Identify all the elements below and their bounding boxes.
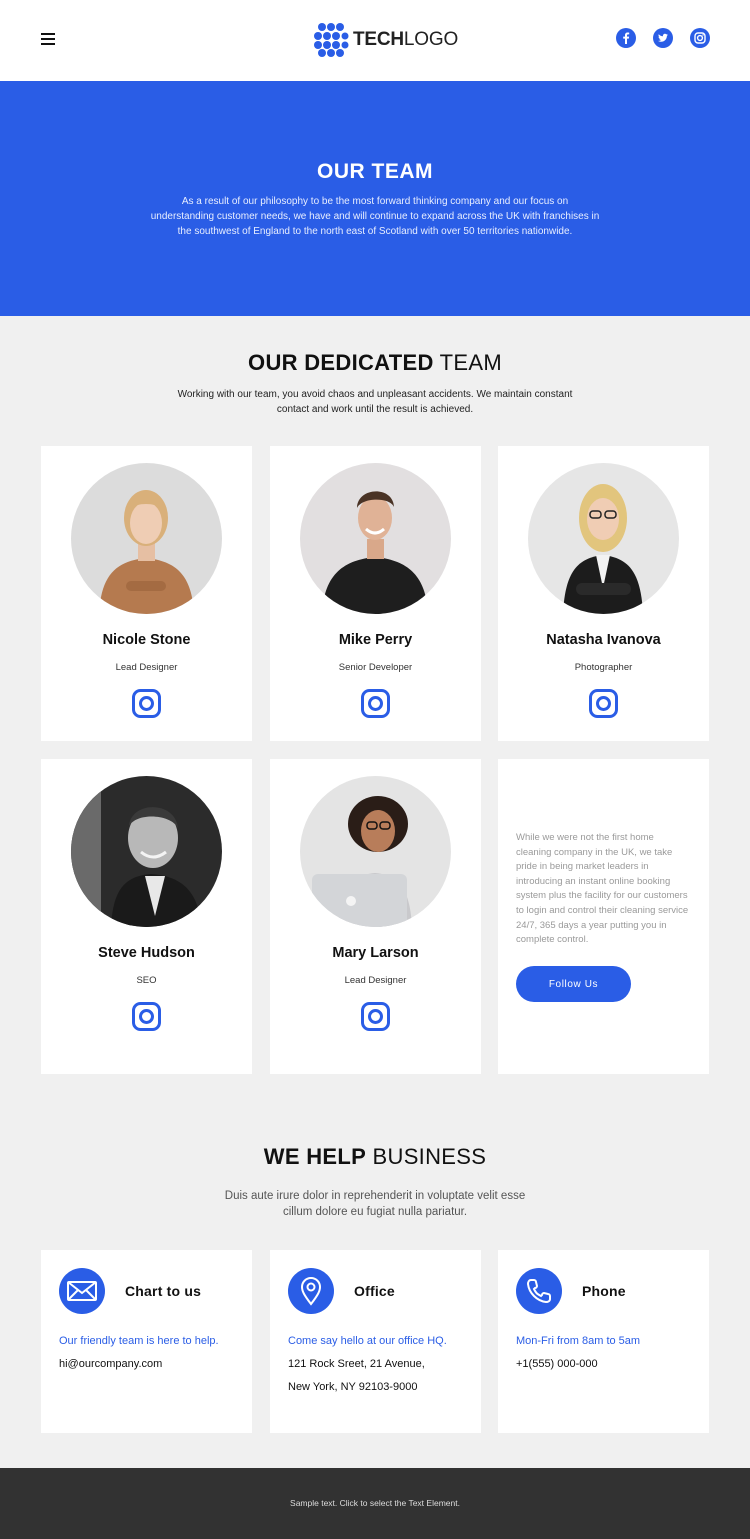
phone-icon bbox=[516, 1268, 562, 1314]
contact-card-title: Office bbox=[354, 1283, 395, 1299]
contact-card-title: Phone bbox=[582, 1283, 626, 1299]
contact-card-phone: Phone Mon-Fri from 8am to 5am +1(555) 00… bbox=[498, 1250, 709, 1433]
team-card: Natasha Ivanova Photographer bbox=[498, 446, 709, 741]
instagram-icon[interactable] bbox=[131, 1001, 162, 1032]
instagram-icon[interactable] bbox=[360, 1001, 391, 1032]
team-section-title: OUR DEDICATED TEAM bbox=[248, 350, 502, 375]
avatar bbox=[528, 463, 679, 614]
team-card: Nicole Stone Lead Designer bbox=[41, 446, 252, 741]
instagram-icon[interactable] bbox=[360, 688, 391, 719]
instagram-icon[interactable] bbox=[588, 688, 619, 719]
logo-text: TECHLOGO bbox=[353, 29, 459, 50]
team-card: Steve Hudson SEO bbox=[41, 759, 252, 1074]
member-name: Natasha Ivanova bbox=[546, 632, 661, 648]
logo-mark-icon bbox=[314, 23, 349, 57]
hero-title: OUR TEAM bbox=[317, 160, 433, 183]
member-role: Lead Designer bbox=[115, 662, 178, 673]
follow-card: While we were not the first home cleanin… bbox=[498, 759, 709, 1074]
team-card: Mike Perry Senior Developer bbox=[270, 446, 481, 741]
team-card: Mary Larson Lead Designer bbox=[270, 759, 481, 1074]
mail-icon bbox=[59, 1268, 105, 1314]
member-name: Nicole Stone bbox=[102, 632, 191, 648]
contact-card-lead: Come say hello at our office HQ. bbox=[288, 1335, 447, 1347]
member-role: SEO bbox=[136, 975, 157, 986]
contact-phone-link[interactable]: +1(555) 000-000 bbox=[516, 1358, 598, 1370]
help-section-title: WE HELP BUSINESS bbox=[263, 1144, 487, 1169]
avatar bbox=[71, 776, 222, 927]
avatar bbox=[71, 463, 222, 614]
twitter-icon[interactable] bbox=[653, 28, 673, 48]
contact-card-title: Chart to us bbox=[125, 1283, 202, 1299]
instagram-icon[interactable] bbox=[131, 688, 162, 719]
contact-card-lead: Mon-Fri from 8am to 5am bbox=[516, 1335, 641, 1347]
hamburger-menu-icon[interactable] bbox=[41, 33, 55, 45]
member-role: Senior Developer bbox=[338, 662, 413, 673]
contact-card-email: Chart to us Our friendly team is here to… bbox=[41, 1250, 252, 1433]
location-pin-icon bbox=[288, 1268, 334, 1314]
member-role: Lead Designer bbox=[344, 975, 407, 986]
follow-card-text: While we were not the first home cleanin… bbox=[516, 832, 689, 946]
contact-address-line: New York, NY 92103-9000 bbox=[288, 1381, 418, 1393]
contact-email-link[interactable]: hi@ourcompany.com bbox=[59, 1358, 162, 1370]
team-section-subtitle: Working with our team, you avoid chaos a… bbox=[177, 389, 573, 415]
footer-text: Sample text. Click to select the Text El… bbox=[290, 1498, 460, 1508]
facebook-icon[interactable] bbox=[616, 28, 636, 48]
avatar bbox=[300, 463, 451, 614]
contact-card-lead: Our friendly team is here to help. bbox=[59, 1335, 219, 1347]
contact-address-line: 121 Rock Sreet, 21 Avenue, bbox=[288, 1358, 425, 1370]
follow-us-button[interactable]: Follow Us bbox=[516, 966, 631, 1002]
site-logo[interactable]: TECHLOGO bbox=[313, 22, 458, 58]
hero-text: As a result of our philosophy to be the … bbox=[150, 196, 600, 237]
avatar bbox=[300, 776, 451, 927]
site-footer: Sample text. Click to select the Text El… bbox=[0, 1468, 750, 1539]
instagram-icon[interactable] bbox=[690, 28, 710, 48]
contact-card-office: Office Come say hello at our office HQ. … bbox=[270, 1250, 481, 1433]
member-name: Mary Larson bbox=[332, 945, 419, 961]
member-name: Mike Perry bbox=[338, 632, 413, 648]
site-header: TECHLOGO bbox=[0, 0, 750, 81]
member-name: Steve Hudson bbox=[98, 945, 195, 961]
help-section-subtitle: Duis aute irure dolor in reprehenderit i… bbox=[224, 1190, 526, 1218]
hero-section: OUR TEAM As a result of our philosophy t… bbox=[0, 81, 750, 316]
member-role: Photographer bbox=[574, 662, 633, 673]
